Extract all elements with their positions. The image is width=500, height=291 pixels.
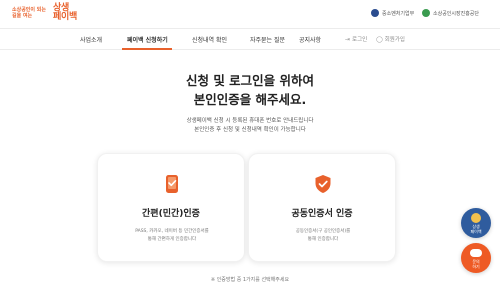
chatbot-label-line: 페이백 xyxy=(470,228,482,234)
chatbot-mascot-icon xyxy=(471,213,481,223)
chatbot-button[interactable]: 상생 페이백 xyxy=(461,208,491,238)
logo-tagline: 소상공인이 되는 길을 여는 xyxy=(12,7,46,19)
card-title: 간편(민간)인증 xyxy=(142,209,200,219)
logo-wordmark: 상생 페이백 xyxy=(50,4,77,22)
gov-link-mss[interactable]: 중소벤처기업부 xyxy=(371,9,414,17)
card-description: PASS, 카카오, 네이버 등 민간인증서를 통해 간편하게 인증합니다 xyxy=(108,228,236,244)
simple-auth-card[interactable]: 간편(민간)인증 PASS, 카카오, 네이버 등 민간인증서를 통해 간편하게… xyxy=(97,153,245,262)
help-button[interactable]: 문의 하기 xyxy=(461,243,491,273)
shield-check-icon xyxy=(315,175,331,193)
card-title: 공동인증서 인증 xyxy=(291,209,353,219)
nav-item-faq[interactable]: 자주묻는 질문 xyxy=(250,35,285,44)
active-nav-indicator xyxy=(122,48,172,50)
nav-item-intro[interactable]: 사업소개 xyxy=(80,35,102,44)
card-desc-line: 공동인증서(구 공인인증서)를 xyxy=(295,229,351,234)
gov-link-semas[interactable]: 소상공인시장진흥공단 xyxy=(422,9,479,17)
site-logo[interactable]: 소상공인이 되는 길을 여는 상생 페이백 xyxy=(12,4,77,22)
auth-footer-note: ※ 인증방법 중 1가지를 선택해주세요 xyxy=(210,277,290,283)
site-header: 소상공인이 되는 길을 여는 상생 페이백 중소벤처기업부 소상공인시장진흥공단 xyxy=(0,0,500,27)
help-label: 문의 하기 xyxy=(461,259,491,269)
login-icon: ⇥ xyxy=(345,35,351,43)
page-subtitle-line-1: 상생페이백 신청 시 등록된 휴대폰 번호로 안내드립니다 xyxy=(186,118,314,124)
gov-link-label: 중소벤처기업부 xyxy=(382,10,415,17)
card-desc-line: 통해 간편하게 인증합니다 xyxy=(147,237,197,242)
gov-link-label: 소상공인시장진흥공단 xyxy=(433,10,480,17)
chat-bubble-icon xyxy=(470,249,482,257)
page-title-line-2: 본인인증을 해주세요. xyxy=(193,92,307,107)
card-desc-line: 통해 인증합니다 xyxy=(307,237,339,242)
nav-item-history[interactable]: 신청내역 확인 xyxy=(192,35,227,44)
signup-label: 회원가입 xyxy=(384,37,405,43)
phone-check-icon xyxy=(166,175,178,193)
login-label: 로그인 xyxy=(352,37,368,43)
nav-item-apply[interactable]: 페이백 신청하기 xyxy=(127,35,168,44)
certificate-auth-card[interactable]: 공동인증서 인증 공동인증서(구 공인인증서)를 통해 인증합니다 xyxy=(248,153,396,262)
signup-link[interactable]: ◯ 회원가입 xyxy=(376,35,405,44)
page-subtitle-line-2: 본인인증 후 신청 및 신청내역 확인이 가능합니다 xyxy=(194,127,306,133)
chatbot-label: 상생 페이백 xyxy=(461,224,491,234)
logo-line-2: 페이백 xyxy=(53,12,77,22)
main-nav: 사업소개 페이백 신청하기 신청내역 확인 자주묻는 질문 공지사항 ⇥ 로그인… xyxy=(0,28,500,50)
page-title-line-1: 신청 및 로그인을 위하여 xyxy=(185,73,315,88)
gov-emblem-icon xyxy=(371,9,379,17)
user-icon: ◯ xyxy=(376,35,383,43)
login-link[interactable]: ⇥ 로그인 xyxy=(345,35,368,44)
help-label-line: 하기 xyxy=(472,263,480,269)
agency-emblem-icon xyxy=(422,9,430,17)
nav-item-notice[interactable]: 공지사항 xyxy=(299,35,321,44)
card-desc-line: PASS, 카카오, 네이버 등 민간인증서를 xyxy=(135,229,209,234)
card-description: 공동인증서(구 공인인증서)를 통해 인증합니다 xyxy=(259,228,387,244)
